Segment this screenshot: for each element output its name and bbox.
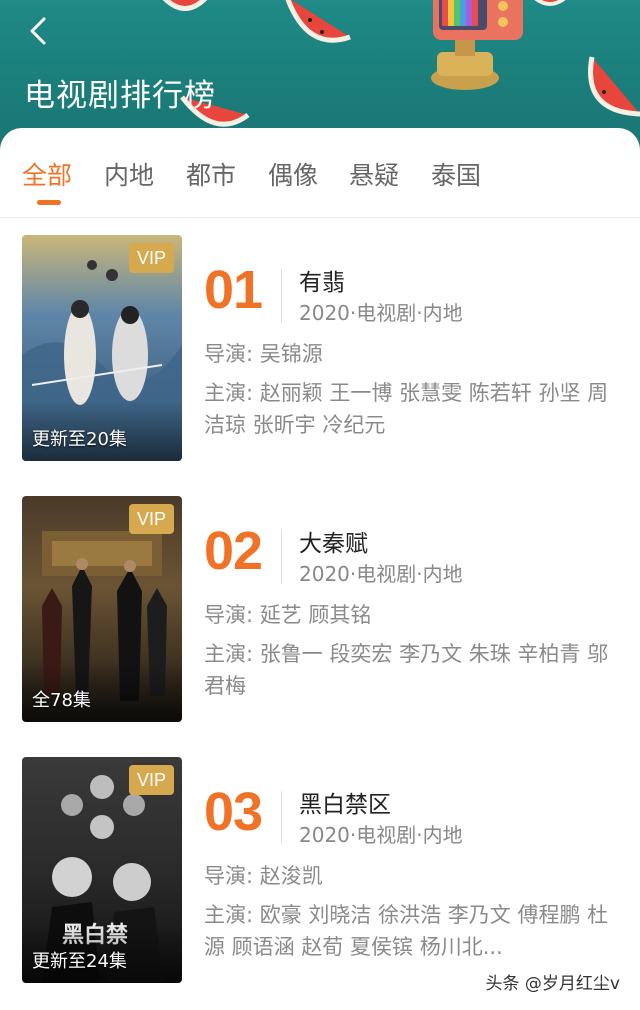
- show-meta: 2020·电视剧·内地: [299, 301, 463, 325]
- director-text: 导演: 赵浚凯: [204, 864, 323, 888]
- rank-divider: [281, 530, 282, 584]
- tab-all[interactable]: 全部: [22, 156, 72, 192]
- watermelon-decoration: [162, 0, 208, 11]
- list-item[interactable]: VIP 更新至20集 01 有翡 2020·电视剧·内地 导演: 吴锦源 主演:…: [0, 235, 640, 465]
- cast-text: 主演: 欧豪 刘晓洁 徐洪浩 李乃文 傅程鹏 杜源 顾语涵 赵荀 夏侯镔 杨川北…: [204, 903, 609, 959]
- episode-status: 更新至20集: [32, 429, 127, 450]
- active-tab-indicator: [37, 200, 61, 205]
- vip-badge: VIP: [129, 243, 174, 273]
- show-meta: 2020·电视剧·内地: [299, 823, 463, 847]
- rank-divider: [281, 269, 282, 323]
- show-title[interactable]: 黑白禁区: [299, 785, 391, 819]
- rank-divider: [281, 791, 282, 845]
- tab-idol[interactable]: 偶像: [268, 156, 318, 192]
- chevron-left-icon: [30, 17, 46, 45]
- back-button[interactable]: [22, 14, 62, 50]
- retro-tv-decoration: [431, 0, 523, 90]
- poster-image[interactable]: VIP 全78集: [22, 496, 182, 722]
- show-title[interactable]: 有翡: [299, 263, 345, 297]
- episode-status: 更新至24集: [32, 951, 127, 972]
- tab-urban[interactable]: 都市: [186, 156, 236, 192]
- director-text: 导演: 延艺 顾其铭: [204, 603, 372, 627]
- watermark: 头条 @岁月红尘v: [481, 967, 624, 996]
- vip-badge: VIP: [129, 504, 174, 534]
- list-item[interactable]: VIP 全78集 02 大秦赋 2020·电视剧·内地 导演: 延艺 顾其铭 主…: [0, 496, 640, 726]
- tab-mainland[interactable]: 内地: [104, 156, 154, 192]
- poster-image[interactable]: VIP 更新至20集: [22, 235, 182, 461]
- category-tabs: 全部 内地 都市 偶像 悬疑 泰国: [0, 156, 640, 216]
- episode-status: 全78集: [32, 690, 91, 711]
- watermelon-decoration: [285, 0, 351, 43]
- vip-badge: VIP: [129, 765, 174, 795]
- rank-number: 01: [204, 260, 263, 320]
- cast-text: 主演: 张鲁一 段奕宏 李乃文 朱珠 辛柏青 邬君梅: [204, 642, 609, 698]
- cast-text: 主演: 赵丽颖 王一博 张慧雯 陈若轩 孙坚 周洁琼 张昕宇 冷纪元: [204, 381, 609, 437]
- tabs-divider: [0, 217, 640, 218]
- poster-image[interactable]: 黑白禁 VIP 更新至24集: [22, 757, 182, 983]
- show-meta: 2020·电视剧·内地: [299, 562, 463, 586]
- page-title: 电视剧排行榜: [24, 78, 216, 114]
- tab-suspense[interactable]: 悬疑: [349, 156, 399, 192]
- show-title[interactable]: 大秦赋: [299, 524, 368, 558]
- watermelon-decoration: [588, 56, 640, 117]
- list-item[interactable]: 黑白禁 VIP 更新至24集 03 黑白禁区 2020·电视剧·内地 导演: 赵…: [0, 757, 640, 987]
- rank-number: 03: [204, 782, 263, 842]
- director-text: 导演: 吴锦源: [204, 342, 323, 366]
- rank-number: 02: [204, 521, 263, 581]
- tab-thailand[interactable]: 泰国: [431, 156, 481, 192]
